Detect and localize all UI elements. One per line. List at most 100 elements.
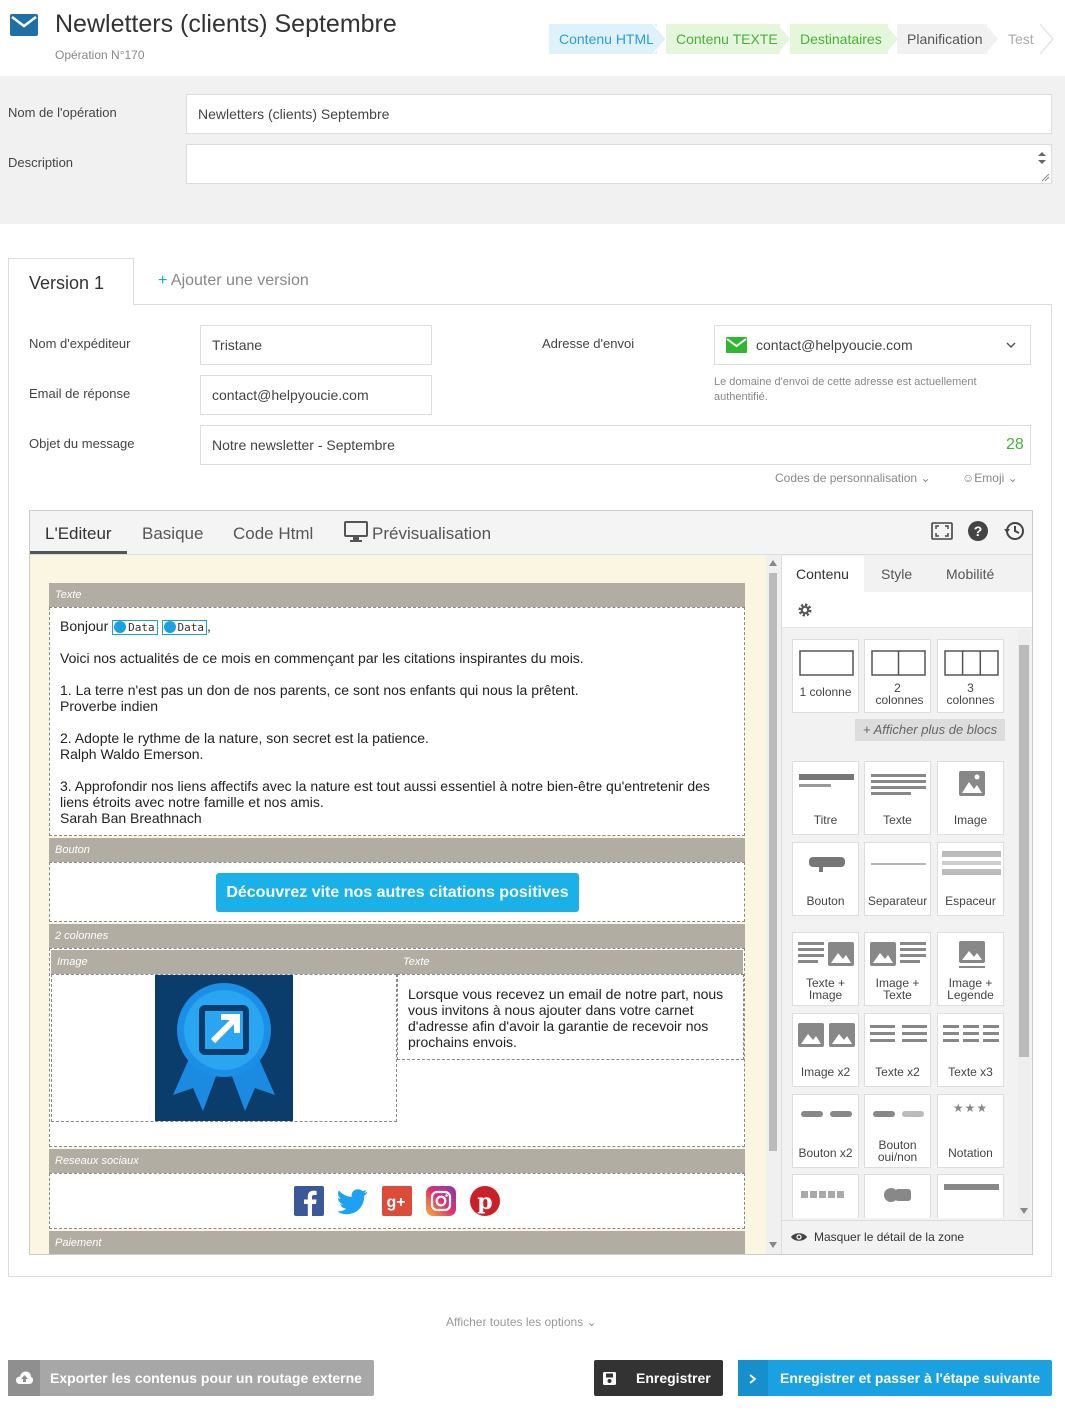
- tile-2-colonnes[interactable]: 2 colonnes: [864, 639, 931, 713]
- show-all-options-link[interactable]: Afficher toutes les options ⌄: [446, 1315, 597, 1329]
- add-version-link[interactable]: + Ajouter une version: [158, 272, 309, 290]
- tile-notation[interactable]: ★★★ Notation: [937, 1094, 1004, 1168]
- step-contenu-texte[interactable]: Contenu TEXTE: [666, 24, 780, 54]
- stars-icon: ★★★: [952, 1101, 989, 1115]
- tile-1-colonne[interactable]: 1 colonne: [792, 639, 859, 713]
- tile-texte-image[interactable]: Texte + Image: [792, 932, 859, 1006]
- step-test[interactable]: Test: [998, 24, 1043, 54]
- subject-label: Objet du message: [29, 436, 135, 451]
- tab-code-html[interactable]: Code Html: [233, 524, 313, 544]
- perso-codes-link[interactable]: Codes de personnalisation ⌄: [775, 471, 931, 485]
- tile-payment[interactable]: [864, 1174, 931, 1218]
- pinterest-icon[interactable]: p: [470, 1186, 500, 1216]
- block-header-reseaux[interactable]: Reseaux sociaux: [49, 1149, 745, 1173]
- step-label: Test: [1008, 31, 1034, 47]
- tile-bouton-x2[interactable]: Bouton x2: [792, 1094, 859, 1168]
- sender-name-input[interactable]: Tristane: [200, 325, 432, 365]
- save-button[interactable]: Enregistrer: [594, 1360, 723, 1396]
- operation-name-input[interactable]: Newletters (clients) Septembre: [186, 94, 1052, 134]
- block-header-texte-col[interactable]: Texte: [397, 950, 743, 974]
- reply-email-input[interactable]: contact@helpyoucie.com: [200, 375, 432, 415]
- tile-bouton-oui-non[interactable]: Bouton oui/non: [864, 1094, 931, 1168]
- scroll-down-icon[interactable]: [769, 1242, 777, 1248]
- plus-icon: +: [158, 272, 168, 289]
- data-badge[interactable]: Data: [161, 620, 208, 635]
- add-version-label: Ajouter une version: [170, 272, 309, 289]
- facebook-icon[interactable]: [294, 1186, 324, 1216]
- gear-icon[interactable]: [797, 602, 813, 618]
- block-header-bouton[interactable]: Bouton: [49, 838, 745, 862]
- save-next-button[interactable]: Enregistrer et passer à l'étape suivante: [738, 1360, 1052, 1396]
- scroll-up-icon[interactable]: [769, 560, 777, 566]
- resize-handle-icon[interactable]: [1040, 172, 1050, 182]
- tile-image-x2[interactable]: Image x2: [792, 1013, 859, 1087]
- fullscreen-icon[interactable]: [931, 521, 953, 541]
- badge-image[interactable]: [155, 975, 293, 1121]
- tile-texte-x3[interactable]: Texte x3: [937, 1013, 1004, 1087]
- tab-editeur[interactable]: L'Editeur: [45, 524, 112, 544]
- tab-contenu[interactable]: Contenu: [796, 566, 849, 582]
- help-icon[interactable]: ?: [967, 520, 989, 542]
- block-header-label: Reseaux sociaux: [55, 1155, 139, 1167]
- step-contenu-html[interactable]: Contenu HTML: [549, 24, 657, 54]
- quote-2-author: Ralph Waldo Emerson.: [60, 746, 204, 762]
- tile-image-legende[interactable]: Image + Legende: [937, 932, 1004, 1006]
- tab-version-1[interactable]: Version 1: [8, 258, 134, 305]
- tile-label: Image + Texte: [875, 976, 920, 1002]
- step-arrow-icon: [777, 24, 790, 54]
- spinner-icon[interactable]: [1036, 151, 1048, 165]
- floppy-icon: [594, 1360, 624, 1396]
- send-address-select[interactable]: contact@helpyoucie.com: [714, 325, 1031, 365]
- scroll-down-icon[interactable]: [1020, 1208, 1028, 1214]
- tile-bouton[interactable]: Bouton: [792, 842, 859, 916]
- tile-separateur[interactable]: Separateur: [864, 842, 931, 916]
- step-label: Contenu HTML: [559, 31, 654, 47]
- block-header-texte[interactable]: Texte: [49, 583, 745, 607]
- tab-mobilite[interactable]: Mobilité: [946, 566, 994, 582]
- operation-name-label: Nom de l'opération: [8, 105, 117, 120]
- instagram-icon[interactable]: [426, 1186, 456, 1216]
- text-block-icon: [871, 774, 926, 795]
- block-header-2-colonnes[interactable]: 2 colonnes: [49, 924, 745, 948]
- emoji-link[interactable]: ☺Emoji ⌄: [962, 471, 1018, 485]
- tile-footer[interactable]: [937, 1174, 1004, 1218]
- history-icon[interactable]: [1003, 520, 1025, 542]
- twitter-icon[interactable]: [338, 1186, 368, 1216]
- tile-texte-x2[interactable]: Texte x2: [864, 1013, 931, 1087]
- svg-text:p: p: [477, 1189, 492, 1215]
- block-header-paiement[interactable]: Paiement: [49, 1231, 745, 1254]
- save-next-label: Enregistrer et passer à l'étape suivante: [780, 1370, 1041, 1386]
- subject-input[interactable]: Notre newsletter - Septembre: [200, 425, 1031, 465]
- tile-image[interactable]: Image: [937, 761, 1004, 835]
- greeting-line: Bonjour Data Data,: [60, 618, 211, 635]
- tile-image-texte[interactable]: Image + Texte: [864, 932, 931, 1006]
- step-planification[interactable]: Planification: [897, 24, 987, 54]
- tab-style[interactable]: Style: [881, 566, 912, 582]
- operation-number: Opération N°170: [55, 48, 145, 62]
- export-button[interactable]: Exporter les contenus pour un routage ex…: [8, 1360, 374, 1396]
- data-badge[interactable]: Data: [112, 620, 158, 635]
- step-destinataires[interactable]: Destinataires: [790, 24, 888, 54]
- chevron-down-icon: [1006, 342, 1016, 349]
- send-address-label: Adresse d'envoi: [542, 336, 635, 351]
- tab-previsualisation[interactable]: Prévisualisation: [372, 524, 491, 544]
- google-plus-icon[interactable]: g+: [382, 1186, 412, 1216]
- tile-titre[interactable]: Titre: [792, 761, 859, 835]
- canvas-scroll-thumb[interactable]: [769, 573, 777, 1151]
- panel-scroll-thumb[interactable]: [1019, 645, 1029, 1057]
- title-block-icon: [799, 774, 854, 787]
- tile-social[interactable]: [792, 1174, 859, 1218]
- tab-basique[interactable]: Basique: [142, 524, 203, 544]
- export-label: Exporter les contenus pour un routage ex…: [50, 1370, 362, 1386]
- block-header-image[interactable]: Image: [51, 950, 397, 974]
- description-textarea[interactable]: [186, 144, 1052, 184]
- show-more-blocks-button[interactable]: + Afficher plus de blocs: [855, 719, 1005, 741]
- tile-label: 1 colonne: [799, 685, 852, 699]
- cta-button[interactable]: Découvrez vite nos autres citations posi…: [216, 873, 579, 912]
- tile-3-colonnes[interactable]: 3 colonnes: [937, 639, 1004, 713]
- badge-label: Data: [177, 621, 205, 634]
- tile-espaceur[interactable]: Espaceur: [937, 842, 1004, 916]
- hide-detail-label[interactable]: Masquer le détail de la zone: [814, 1230, 964, 1244]
- tile-texte[interactable]: Texte: [864, 761, 931, 835]
- tile-label: Bouton oui/non: [877, 1138, 918, 1164]
